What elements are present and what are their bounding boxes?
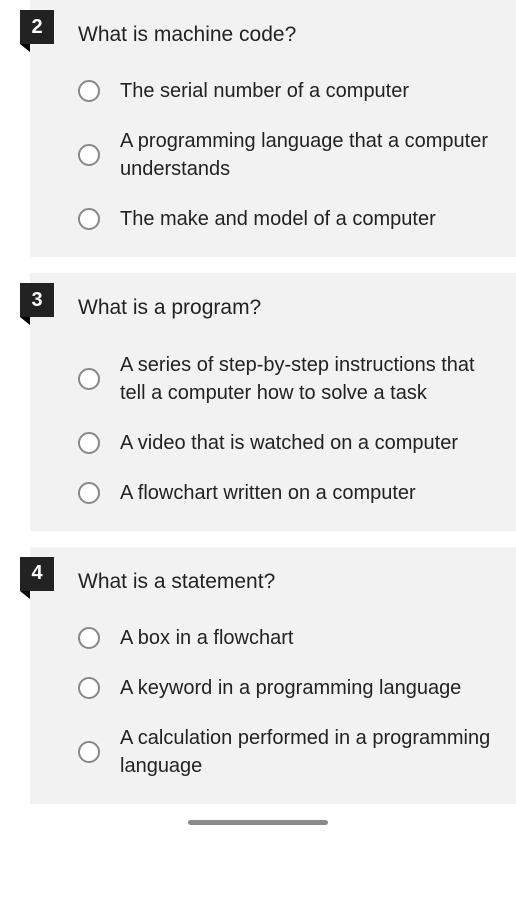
home-indicator <box>188 820 328 825</box>
radio-icon <box>78 482 100 504</box>
answer-text: A box in a flowchart <box>120 624 293 652</box>
answer-option[interactable]: A keyword in a programming language <box>78 674 496 702</box>
answer-text: A series of step-by-step instructions th… <box>120 351 496 407</box>
question-number-badge: 4 <box>20 557 54 591</box>
answer-list: A box in a flowchart A keyword in a prog… <box>78 624 496 780</box>
answer-option[interactable]: The serial number of a computer <box>78 77 496 105</box>
answer-option[interactable]: A calculation performed in a programming… <box>78 724 496 780</box>
answer-list: A series of step-by-step instructions th… <box>78 351 496 507</box>
answer-text: The serial number of a computer <box>120 77 409 105</box>
answer-text: A calculation performed in a programming… <box>120 724 496 780</box>
answer-option[interactable]: A flowchart written on a computer <box>78 479 496 507</box>
question-number-badge: 2 <box>20 10 54 44</box>
question-block: 2 What is machine code? The serial numbe… <box>30 0 516 257</box>
answer-option[interactable]: A video that is watched on a computer <box>78 429 496 457</box>
answer-option[interactable]: A box in a flowchart <box>78 624 496 652</box>
radio-icon <box>78 80 100 102</box>
answer-text: A video that is watched on a computer <box>120 429 458 457</box>
radio-icon <box>78 144 100 166</box>
radio-icon <box>78 208 100 230</box>
question-number-badge: 3 <box>20 283 54 317</box>
radio-icon <box>78 432 100 454</box>
question-text: What is a program? <box>78 293 496 322</box>
answer-text: The make and model of a computer <box>120 205 436 233</box>
radio-icon <box>78 677 100 699</box>
answer-option[interactable]: A series of step-by-step instructions th… <box>78 351 496 407</box>
radio-icon <box>78 741 100 763</box>
answer-option[interactable]: The make and model of a computer <box>78 205 496 233</box>
question-text: What is a statement? <box>78 567 496 596</box>
radio-icon <box>78 627 100 649</box>
question-block: 4 What is a statement? A box in a flowch… <box>30 547 516 804</box>
answer-text: A flowchart written on a computer <box>120 479 416 507</box>
question-block: 3 What is a program? A series of step-by… <box>30 273 516 530</box>
answer-option[interactable]: A programming language that a computer u… <box>78 127 496 183</box>
answer-text: A keyword in a programming language <box>120 674 461 702</box>
answer-text: A programming language that a computer u… <box>120 127 496 183</box>
radio-icon <box>78 368 100 390</box>
answer-list: The serial number of a computer A progra… <box>78 77 496 233</box>
question-text: What is machine code? <box>78 20 496 49</box>
